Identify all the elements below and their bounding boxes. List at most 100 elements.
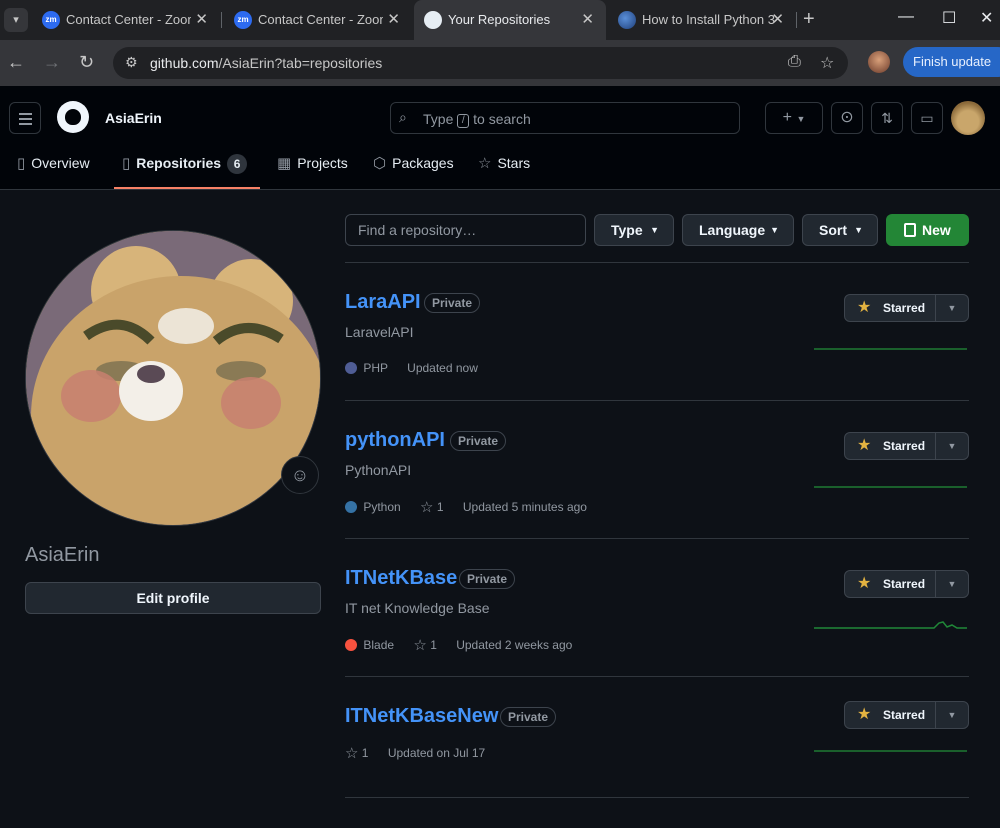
browser-tab-zoom-2[interactable]: zm Contact Center - Zoom ✕ xyxy=(224,0,412,40)
edit-profile-button[interactable]: Edit profile xyxy=(25,582,321,614)
repo-name-link[interactable]: ITNetKBase xyxy=(345,567,457,590)
browser-profile-avatar[interactable] xyxy=(868,51,890,73)
language-color-dot xyxy=(345,501,357,513)
chevron-down-icon: ▼ xyxy=(947,710,957,720)
repo-updated: Updated 5 minutes ago xyxy=(462,500,587,514)
inbox-icon[interactable]: ▭ xyxy=(911,102,943,134)
close-tab-icon[interactable]: ✕ xyxy=(771,10,784,28)
tab-label: Overview xyxy=(31,155,90,171)
tab-label: Repositories xyxy=(136,155,222,171)
search-input[interactable]: ⌕ Type / to search xyxy=(390,102,740,134)
button-label: Sort xyxy=(819,222,847,238)
star-count: 1 xyxy=(361,746,369,760)
sort-button[interactable]: Sort ▼ xyxy=(802,214,878,246)
tab-label: Projects xyxy=(297,155,348,171)
finish-update-button[interactable]: Finish update xyxy=(903,47,1000,77)
site-info-icon[interactable]: ⚙ xyxy=(125,54,138,71)
star-lists-dropdown[interactable]: ▼ xyxy=(935,702,968,728)
button-label: Type xyxy=(611,222,643,238)
language-filter-button[interactable]: Language ▼ xyxy=(682,214,794,246)
repo-name-link[interactable]: LaraAPI xyxy=(345,291,421,314)
visibility-badge: Private xyxy=(450,431,507,451)
star-lists-dropdown[interactable]: ▼ xyxy=(935,433,968,459)
reload-icon[interactable]: ↻ xyxy=(79,52,94,73)
stargazers-link[interactable]: ☆ 1 xyxy=(413,637,437,654)
browser-tab-python-install[interactable]: How to Install Python 3 ✕ xyxy=(608,0,796,40)
repo-description: IT net Knowledge Base xyxy=(345,600,490,616)
divider xyxy=(345,797,969,798)
divider xyxy=(345,400,969,401)
repo-meta: PHP Updated now xyxy=(345,361,478,375)
install-app-icon[interactable]: ⎙ xyxy=(788,53,801,71)
divider xyxy=(345,538,969,539)
repo-updated: Updated now xyxy=(407,361,478,375)
star-filled-icon: ★ xyxy=(857,575,872,592)
minimize-icon[interactable]: — xyxy=(898,8,914,26)
starred-button[interactable]: ★ Starred xyxy=(845,295,936,321)
tab-search-button[interactable]: ▾ xyxy=(4,8,28,32)
back-icon[interactable]: ← xyxy=(7,52,25,73)
repo-icon xyxy=(904,223,916,237)
find-repository-input[interactable]: Find a repository… xyxy=(345,214,586,246)
issues-icon[interactable]: ⊙ xyxy=(831,102,863,134)
repo-count-badge: 6 xyxy=(227,154,248,174)
tab-label: Packages xyxy=(392,155,454,171)
repo-meta: Python ☆ 1 Updated 5 minutes ago xyxy=(345,498,587,516)
repo-name-link[interactable]: pythonAPI xyxy=(345,429,445,452)
forward-icon[interactable]: → xyxy=(43,52,61,73)
profile-avatar[interactable] xyxy=(25,230,321,526)
repo-meta: ☆ 1 Updated on Jul 17 xyxy=(345,744,485,762)
star-lists-dropdown[interactable]: ▼ xyxy=(935,295,968,321)
tab-packages[interactable]: ⬡ Packages xyxy=(373,154,454,172)
close-tab-icon[interactable]: ✕ xyxy=(581,10,594,28)
close-tab-icon[interactable]: ✕ xyxy=(387,10,400,28)
tab-repositories[interactable]: ▯ Repositories 6 xyxy=(122,154,248,174)
type-filter-button[interactable]: Type ▼ xyxy=(594,214,674,246)
close-window-icon[interactable]: ✕ xyxy=(980,8,993,28)
repo-name-link[interactable]: ITNetKBaseNew xyxy=(345,705,498,728)
star-outline-icon: ☆ xyxy=(413,637,427,654)
new-repository-button[interactable]: New xyxy=(886,214,969,246)
bookmark-star-icon[interactable]: ☆ xyxy=(820,53,834,73)
chevron-down-icon: ▼ xyxy=(650,225,659,235)
stargazers-link[interactable]: ☆ 1 xyxy=(345,745,369,762)
pull-requests-icon[interactable]: ⇅ xyxy=(871,102,903,134)
divider xyxy=(345,262,969,263)
starred-button[interactable]: ★ Starred xyxy=(845,571,936,597)
starred-button-group: ★ Starred ▼ xyxy=(844,432,969,460)
browser-toolbar: ← → ↻ ⚙ github.com/AsiaErin?tab=reposito… xyxy=(0,40,1000,86)
chevron-down-icon: ▼ xyxy=(947,303,957,313)
activity-sparkline xyxy=(814,486,967,488)
tab-stars[interactable]: ☆ Stars xyxy=(478,154,530,172)
github-logo-icon[interactable] xyxy=(57,101,89,133)
repo-updated: Updated on Jul 17 xyxy=(387,746,486,760)
set-status-smiley-icon[interactable]: ☺ xyxy=(281,456,319,494)
browser-tab-your-repositories[interactable]: Your Repositories ✕ xyxy=(414,0,606,40)
divider xyxy=(345,676,969,677)
starred-button-group: ★ Starred ▼ xyxy=(844,570,969,598)
tab-overview[interactable]: ▯ Overview xyxy=(17,154,90,172)
starred-button[interactable]: ★ Starred xyxy=(845,702,936,728)
hamburger-menu-button[interactable] xyxy=(9,102,41,134)
maximize-icon[interactable]: ☐ xyxy=(942,8,956,28)
browser-tab-bar: ▾ zm Contact Center - Zoom ✕ zm Contact … xyxy=(0,0,1000,40)
active-tab-underline xyxy=(114,187,260,189)
url-text[interactable]: github.com/AsiaErin?tab=repositories xyxy=(150,55,382,71)
starred-button[interactable]: ★ Starred xyxy=(845,433,936,459)
browser-tab-zoom-1[interactable]: zm Contact Center - Zoom ✕ xyxy=(32,0,220,40)
star-count: 1 xyxy=(430,638,437,652)
tab-projects[interactable]: ▦ Projects xyxy=(277,154,348,172)
repo-list-item: pythonAPI Private PythonAPI Python ☆ 1 U… xyxy=(345,414,969,552)
user-avatar[interactable] xyxy=(951,101,985,135)
close-tab-icon[interactable]: ✕ xyxy=(195,10,208,28)
create-new-button[interactable]: + ▼ xyxy=(765,102,823,134)
stargazers-link[interactable]: ☆ 1 xyxy=(420,499,443,516)
header-username[interactable]: AsiaErin xyxy=(105,110,162,126)
visibility-badge: Private xyxy=(500,707,557,727)
repo-list-item: ITNetKBase Private IT net Knowledge Base… xyxy=(345,552,969,690)
repo-language: Blade xyxy=(363,638,395,652)
address-bar[interactable]: ⚙ github.com/AsiaErin?tab=repositories ⎙… xyxy=(113,47,848,79)
star-lists-dropdown[interactable]: ▼ xyxy=(935,571,968,597)
language-color-dot xyxy=(345,362,357,374)
new-tab-icon[interactable]: + xyxy=(803,8,815,31)
